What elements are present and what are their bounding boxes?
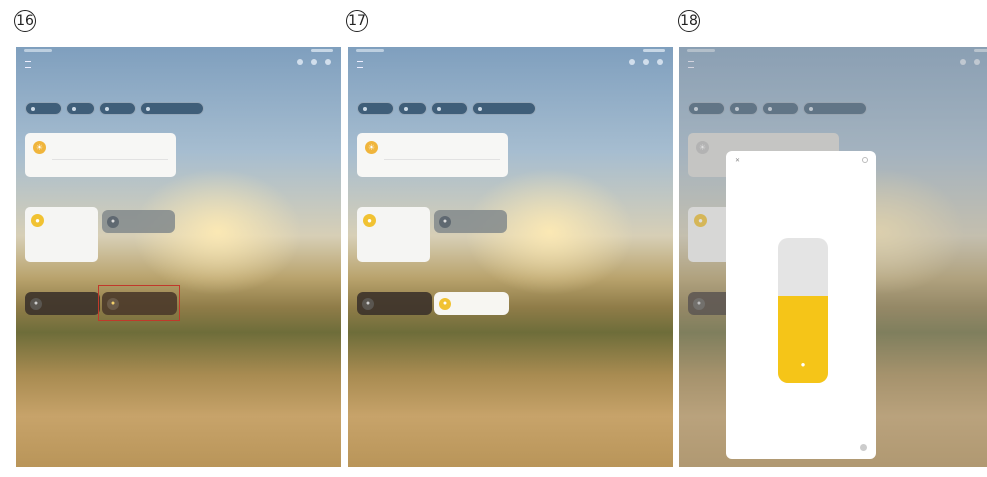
status-bar — [24, 49, 333, 55]
screenshot-panel-18: ☀ ● ● ✕ ● — [679, 47, 987, 467]
light-status-icon: ☀ — [33, 141, 46, 154]
bulb-icon: ● — [31, 214, 44, 227]
menu-icon[interactable] — [25, 61, 31, 68]
category-pill[interactable] — [431, 102, 468, 115]
status-card[interactable]: ☀ — [25, 133, 176, 177]
step-number-16: 16 — [14, 10, 36, 32]
step-number-17: 17 — [346, 10, 368, 32]
top-actions — [297, 59, 331, 65]
device-icon: ● — [362, 297, 374, 310]
accessory-tile[interactable]: ● — [357, 292, 432, 315]
accessory-tile-grey[interactable]: ● — [434, 210, 507, 233]
bulb-icon: ● — [800, 360, 806, 369]
category-pill[interactable] — [66, 102, 95, 115]
bulb-icon: ● — [363, 214, 376, 227]
bulb-icon: ● — [107, 215, 119, 228]
close-icon[interactable]: ✕ — [735, 157, 740, 164]
accessory-tile-white[interactable]: ● — [25, 207, 98, 262]
category-pills — [357, 102, 536, 115]
menu-icon[interactable] — [357, 61, 363, 68]
more-icon[interactable] — [643, 59, 649, 65]
category-pill[interactable] — [140, 102, 204, 115]
add-icon[interactable] — [325, 59, 331, 65]
category-pill[interactable] — [99, 102, 136, 115]
category-pill[interactable] — [357, 102, 394, 115]
settings-icon[interactable] — [862, 157, 868, 163]
brightness-fill — [778, 296, 828, 383]
divider — [52, 159, 168, 160]
step-number-18: 18 — [678, 10, 700, 32]
voice-icon[interactable] — [629, 59, 635, 65]
category-pill[interactable] — [398, 102, 427, 115]
device-icon: ● — [30, 297, 42, 310]
divider — [384, 159, 500, 160]
accessory-tile-white[interactable]: ● — [357, 207, 430, 262]
accessory-tile[interactable]: ● — [25, 292, 100, 315]
category-pill[interactable] — [472, 102, 536, 115]
accessory-settings-icon[interactable] — [860, 444, 867, 451]
accessory-tile-grey[interactable]: ● — [102, 210, 175, 233]
category-pills — [25, 102, 204, 115]
accessory-tile-bulb-on[interactable]: ● — [434, 292, 509, 315]
accessory-detail-sheet: ✕ ● — [726, 151, 876, 459]
highlight-box — [98, 285, 180, 321]
voice-icon[interactable] — [297, 59, 303, 65]
category-pill[interactable] — [25, 102, 62, 115]
more-icon[interactable] — [311, 59, 317, 65]
screenshot-panel-16: ☀ ● ● ● ● — [16, 47, 341, 467]
status-bar — [356, 49, 665, 55]
add-icon[interactable] — [657, 59, 663, 65]
bulb-icon: ● — [439, 297, 451, 310]
light-status-icon: ☀ — [365, 141, 378, 154]
top-actions — [629, 59, 663, 65]
screenshot-panel-17: ☀ ● ● ● ● — [348, 47, 673, 467]
brightness-slider[interactable]: ● — [778, 238, 828, 383]
status-card[interactable]: ☀ — [357, 133, 508, 177]
bulb-icon: ● — [439, 215, 451, 228]
